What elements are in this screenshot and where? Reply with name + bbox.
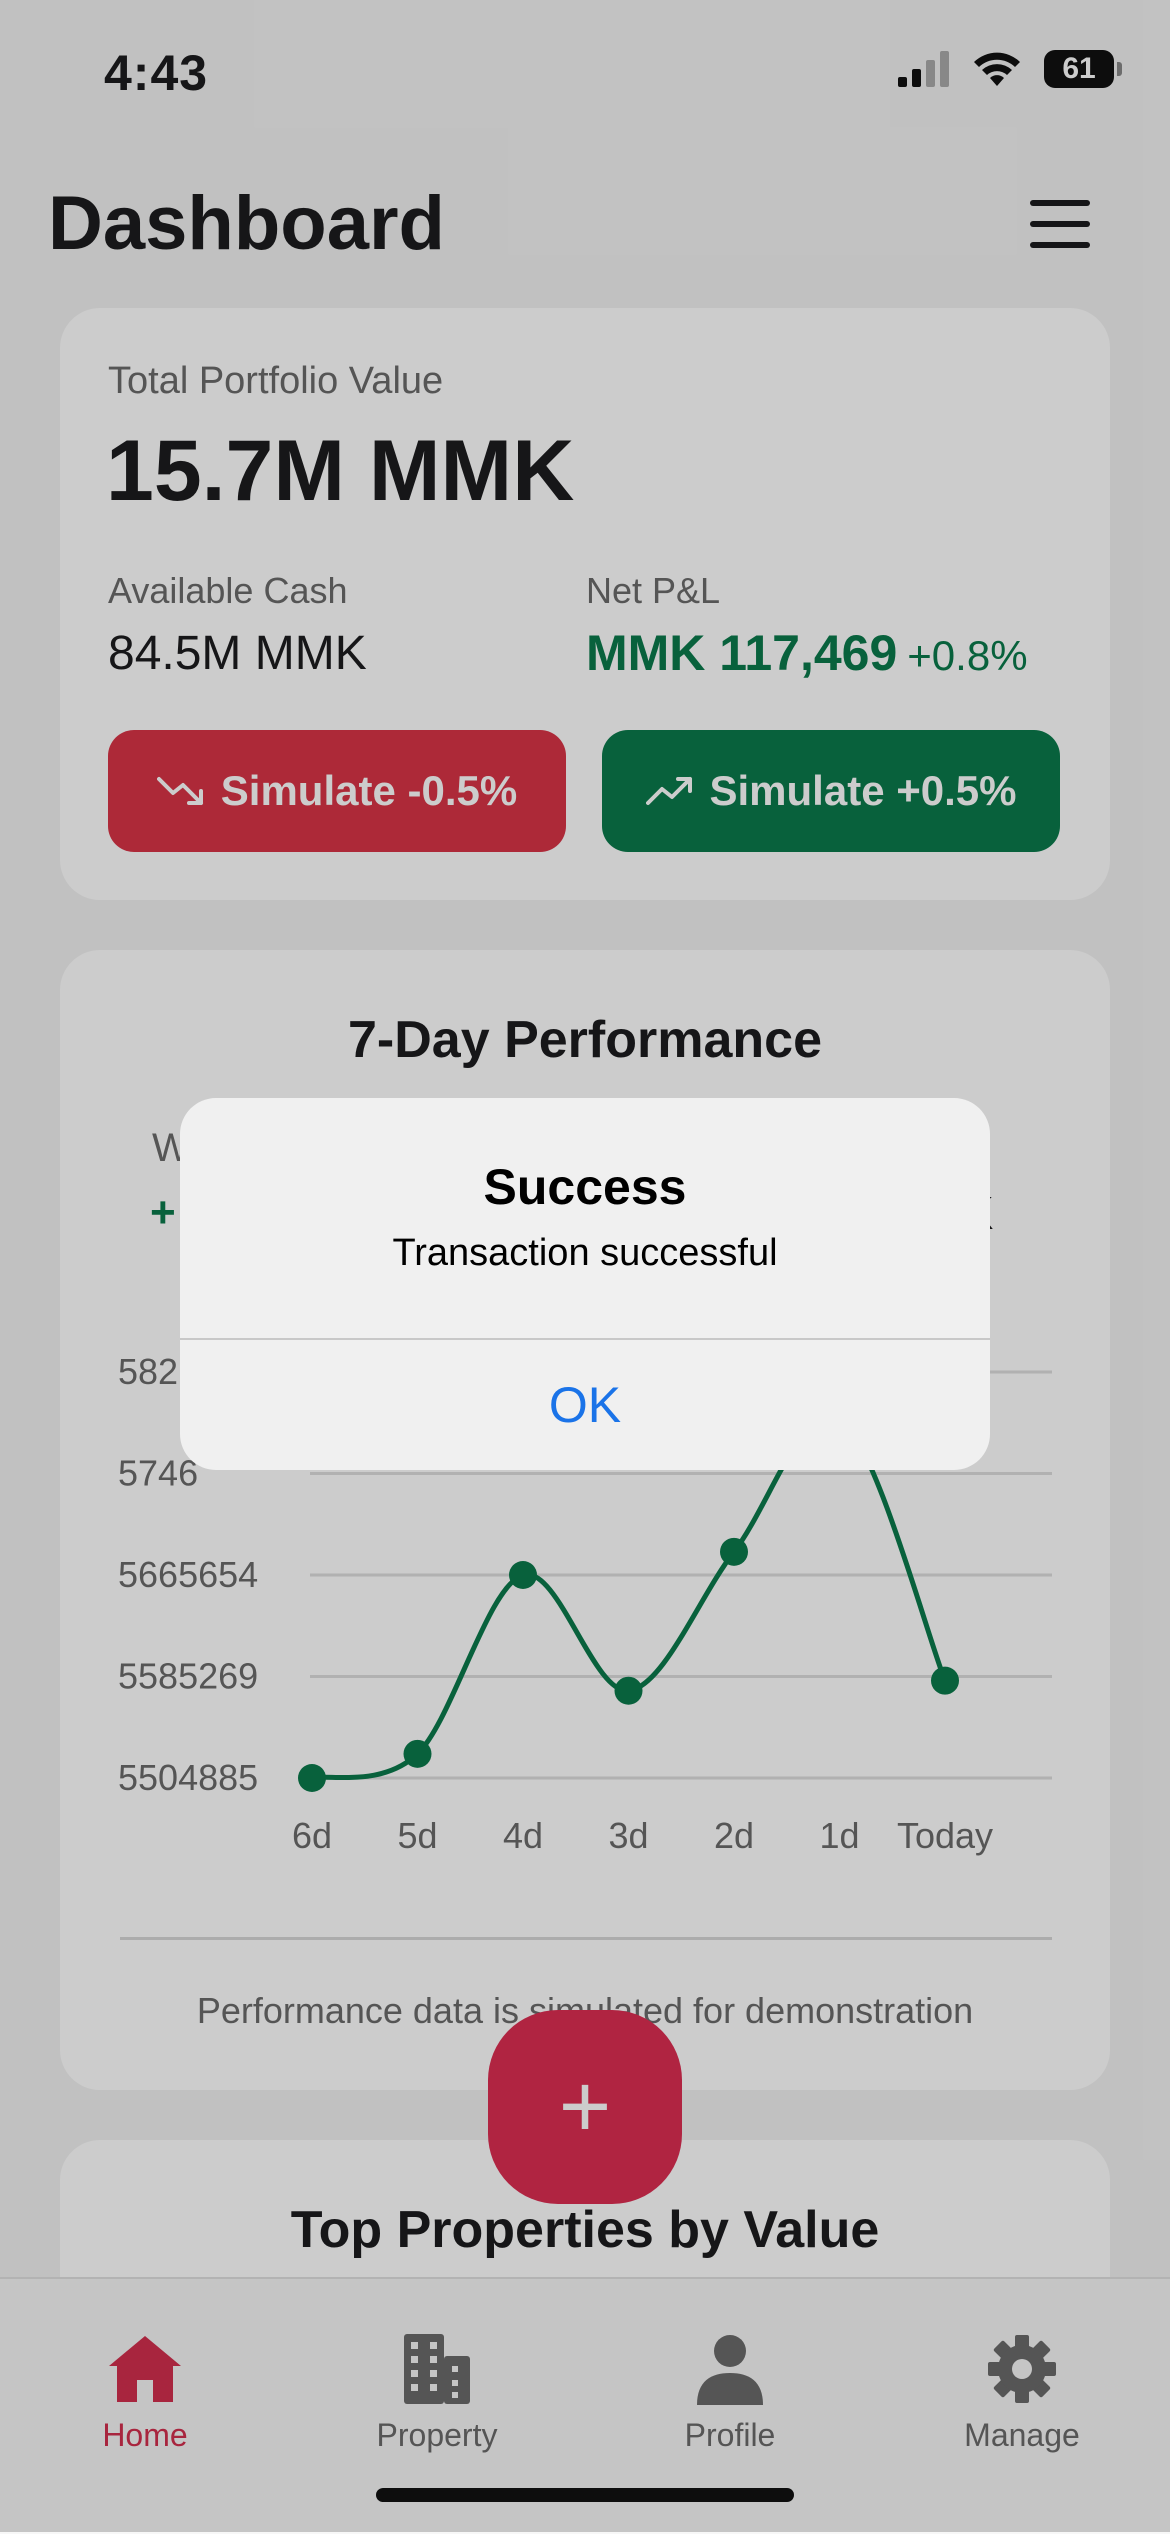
alert-title: Success [483,1159,687,1215]
alert-message: Transaction successful [392,1232,778,1274]
alert-ok-button[interactable]: OK [180,1340,990,1470]
success-alert-dialog: Success Transaction successful OK [180,1098,990,1470]
